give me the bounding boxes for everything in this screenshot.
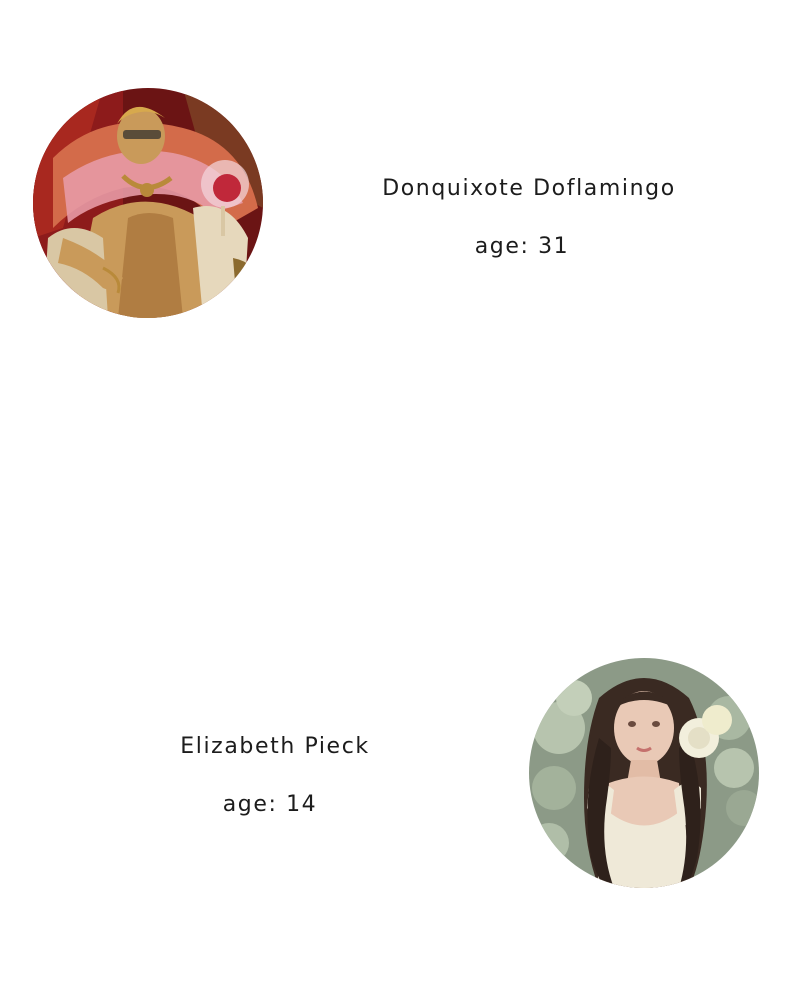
avatar (529, 658, 759, 888)
profile-age: age: 14 (222, 792, 318, 817)
character-portrait-icon (529, 658, 759, 888)
profile-name: Elizabeth Pieck (180, 734, 370, 759)
profile-age: age: 31 (474, 234, 570, 259)
profile-name: Donquixote Doflamingo (382, 176, 676, 201)
character-portrait-icon (33, 88, 263, 318)
avatar (33, 88, 263, 318)
